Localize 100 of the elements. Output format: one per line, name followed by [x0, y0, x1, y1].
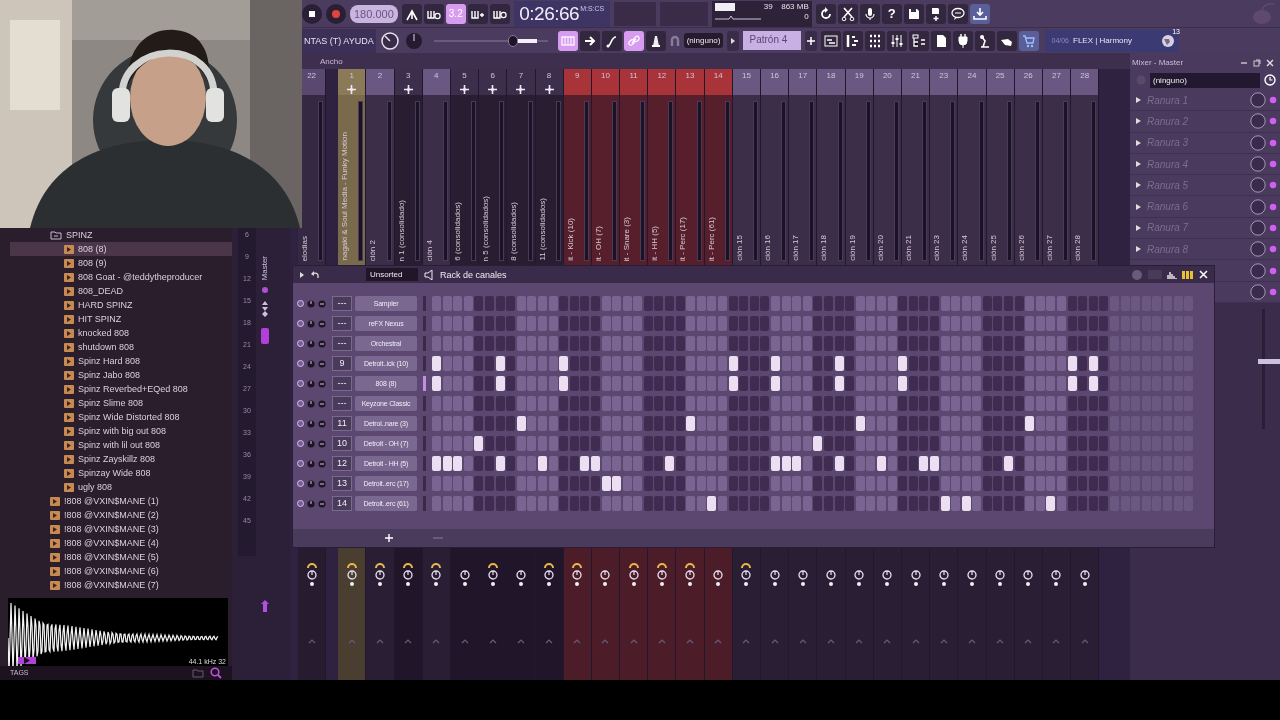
- track-header[interactable]: 9: [563, 69, 591, 95]
- track-strip[interactable]: ción 17: [789, 95, 817, 263]
- track-strip[interactable]: ción 16: [761, 95, 789, 263]
- track-header[interactable]: 24: [958, 69, 986, 95]
- track-strip[interactable]: ción 23: [930, 95, 958, 263]
- memory-value: 863 MB: [781, 1, 809, 12]
- track-strip[interactable]: it - OH (7): [591, 95, 620, 263]
- track-strip[interactable]: ción 15: [732, 95, 760, 263]
- track-header[interactable]: 4: [422, 69, 450, 95]
- track-header[interactable]: 27: [1042, 69, 1071, 95]
- menu-bar[interactable]: NTAS (T) AYUDA: [302, 28, 376, 53]
- preset-selector[interactable]: (ninguno): [1150, 72, 1260, 88]
- browser-item[interactable]: Spinz Jabo 808: [10, 368, 232, 382]
- mixer-track-field[interactable]: 10: [332, 436, 352, 451]
- browser-item[interactable]: HARD SPINZ: [10, 298, 232, 312]
- browser-item[interactable]: !808 @VXIN$MANE (5): [10, 550, 232, 564]
- track-header[interactable]: 7: [507, 69, 535, 95]
- track-header[interactable]: 5: [450, 69, 479, 95]
- track-header[interactable]: 12: [648, 69, 676, 95]
- track-strip[interactable]: 11 (consolidados): [535, 95, 563, 263]
- track-strip[interactable]: it - Kick (10): [563, 95, 591, 263]
- mixer-track-field[interactable]: 14: [332, 496, 352, 511]
- track-header[interactable]: 13: [676, 69, 704, 95]
- track-header[interactable]: 11: [620, 69, 648, 95]
- browser-item[interactable]: ugly 808: [10, 480, 232, 494]
- browser-item[interactable]: 808_DEAD: [10, 284, 232, 298]
- track-name: ción 17: [791, 235, 801, 261]
- browser-item[interactable]: 808 (9): [10, 256, 232, 270]
- track-strip[interactable]: ción 2: [366, 95, 394, 263]
- track-name: ción 18: [819, 235, 829, 261]
- track-header[interactable]: 3: [394, 69, 422, 95]
- track-header[interactable]: 10: [591, 69, 620, 95]
- track-strip[interactable]: ción 21: [901, 95, 930, 263]
- browser-item[interactable]: Spinz Zayskillz 808: [10, 452, 232, 466]
- track-strip[interactable]: ción 27: [1042, 95, 1071, 263]
- browser-item[interactable]: HIT SPINZ: [10, 312, 232, 326]
- mixer-track-field[interactable]: 9: [332, 356, 352, 371]
- browser-item[interactable]: !808 @VXIN$MANE (4): [10, 536, 232, 550]
- track-header[interactable]: 28: [1071, 69, 1099, 95]
- track-header[interactable]: 15: [732, 69, 760, 95]
- track-strip[interactable]: ción 25: [986, 95, 1014, 263]
- track-strip[interactable]: ción 20: [873, 95, 901, 263]
- track-header[interactable]: 19: [845, 69, 873, 95]
- browser-item[interactable]: SPINZ: [10, 228, 232, 242]
- pattern-picker[interactable]: (ninguno): [683, 33, 724, 48]
- help-button[interactable]: ?: [881, 3, 902, 24]
- mixer-track-field[interactable]: ---: [332, 316, 352, 331]
- browser-item[interactable]: !808 @VXIN$MANE (3): [10, 522, 232, 536]
- mixer-track-field[interactable]: ---: [332, 396, 352, 411]
- mixer-track-field[interactable]: ---: [332, 376, 352, 391]
- track-header[interactable]: 17: [789, 69, 817, 95]
- browser-item[interactable]: Spinzay Wide 808: [10, 466, 232, 480]
- track-header[interactable]: 26: [1014, 69, 1042, 95]
- browser-item[interactable]: !808 @VXIN$MANE (1): [10, 494, 232, 508]
- track-header[interactable]: 16: [761, 69, 789, 95]
- browser-item[interactable]: Spinz Slime 808: [10, 396, 232, 410]
- track-strip[interactable]: ción 19: [845, 95, 873, 263]
- browser-item[interactable]: Spinz Wide Distorted 808: [10, 410, 232, 424]
- mixer-track-field[interactable]: ---: [332, 336, 352, 351]
- track-header[interactable]: 20: [873, 69, 901, 95]
- browser-item[interactable]: !808 @VXIN$MANE (7): [10, 578, 232, 592]
- browser-item[interactable]: shutdown 808: [10, 340, 232, 354]
- pattern-selector[interactable]: Patrón 4: [743, 31, 802, 50]
- tempo-display[interactable]: 180.000: [350, 4, 398, 23]
- track-strip[interactable]: ción 4: [422, 95, 450, 263]
- mixer-track-field[interactable]: 12: [332, 456, 352, 471]
- track-header[interactable]: 6: [479, 69, 507, 95]
- track-strip[interactable]: 8 (consolidados): [507, 95, 535, 263]
- browser-item[interactable]: Spinz with big out 808: [10, 424, 232, 438]
- track-strip[interactable]: ción 26: [1014, 95, 1042, 263]
- track-strip[interactable]: n 5 (consolidados): [479, 95, 507, 263]
- track-header[interactable]: 18: [817, 69, 845, 95]
- track-strip[interactable]: n 1 (consolidado): [394, 95, 422, 263]
- browser-item[interactable]: !808 @VXIN$MANE (6): [10, 564, 232, 578]
- browser-item[interactable]: 808 Goat - @teddytheproducer: [10, 270, 232, 284]
- track-strip[interactable]: it - HH (5): [648, 95, 676, 263]
- track-header[interactable]: 23: [930, 69, 958, 95]
- track-strip[interactable]: it - Perc (61): [704, 95, 732, 263]
- track-strip[interactable]: it - Perc (17): [676, 95, 704, 263]
- track-header[interactable]: 21: [901, 69, 930, 95]
- browser-item[interactable]: 808 (8): [10, 242, 232, 256]
- browser-item[interactable]: Spinz Reverbed+EQed 808: [10, 382, 232, 396]
- browser-item[interactable]: knocked 808: [10, 326, 232, 340]
- browser-item[interactable]: Spinz with lil out 808: [10, 438, 232, 452]
- track-header[interactable]: 14: [704, 69, 732, 95]
- filter-dropdown[interactable]: Unsorted: [366, 268, 418, 281]
- track-header[interactable]: 25: [986, 69, 1014, 95]
- mixer-track-field[interactable]: 13: [332, 476, 352, 491]
- mixer-track-field[interactable]: 11: [332, 416, 352, 431]
- mixer-track-field[interactable]: ---: [332, 296, 352, 311]
- track-header[interactable]: 8: [535, 69, 563, 95]
- browser-item[interactable]: Spinz Hard 808: [10, 354, 232, 368]
- track-strip[interactable]: 6 (consolidados): [450, 95, 479, 263]
- browser-item[interactable]: !808 @VXIN$MANE (2): [10, 508, 232, 522]
- track-name: 11 (consolidados): [537, 198, 547, 261]
- track-strip[interactable]: ción 18: [817, 95, 845, 263]
- track-strip[interactable]: ción 24: [958, 95, 986, 263]
- track-strip[interactable]: ción 28: [1071, 95, 1099, 263]
- track-strip[interactable]: it - Snare (3): [620, 95, 648, 263]
- track-header[interactable]: 2: [366, 69, 394, 95]
